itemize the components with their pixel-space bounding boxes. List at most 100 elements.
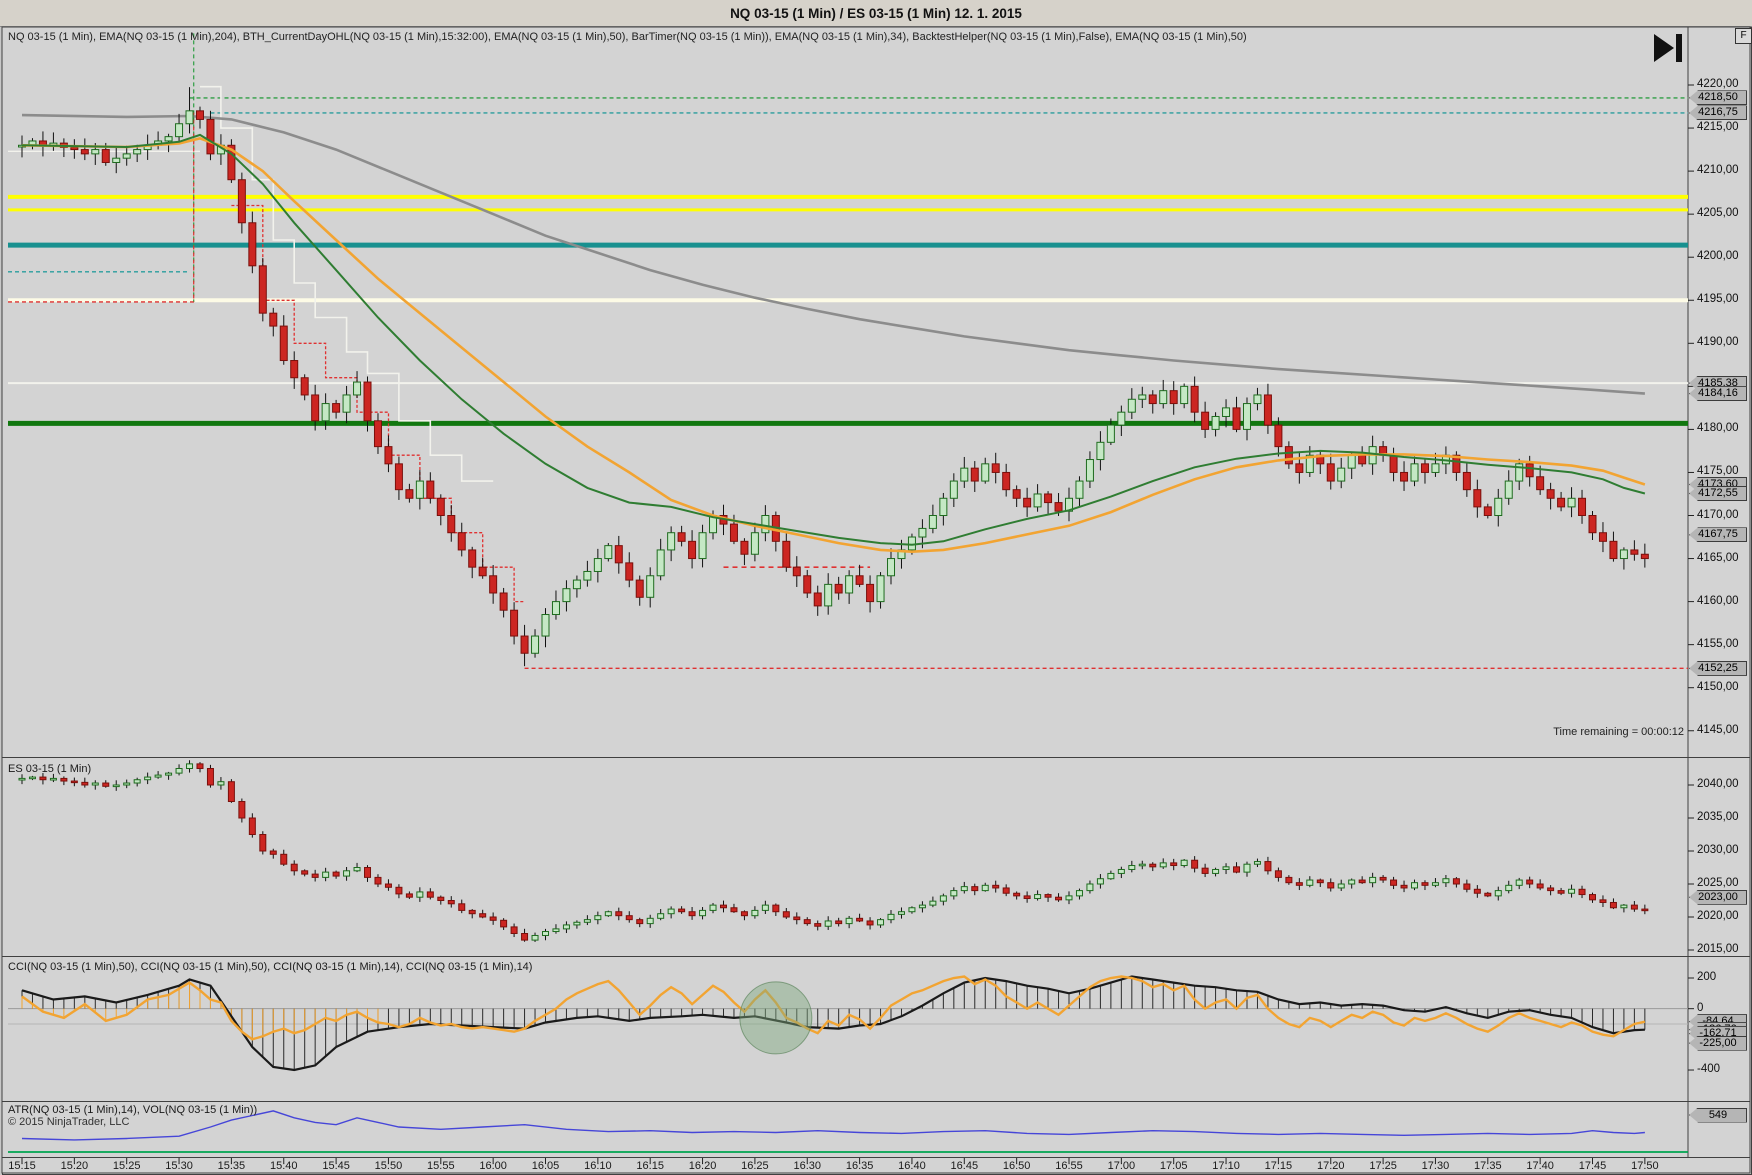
candle	[332, 871, 340, 877]
candle	[1096, 441, 1105, 461]
candle	[1546, 489, 1555, 499]
candle	[353, 381, 362, 396]
candle	[992, 884, 1000, 889]
candle	[1117, 868, 1125, 874]
candle	[458, 903, 466, 911]
candle	[1641, 908, 1649, 912]
candle	[1389, 454, 1398, 473]
candle	[1358, 879, 1366, 884]
time-tick-label: 16:35	[845, 1160, 874, 1172]
candle	[897, 911, 905, 915]
candle	[1243, 863, 1251, 873]
axis-tick-label: 4215,00	[1697, 121, 1739, 134]
candle	[1411, 882, 1419, 889]
candle	[929, 900, 937, 906]
candle	[1557, 497, 1566, 508]
candle	[311, 394, 320, 422]
candle	[133, 779, 141, 784]
candle	[154, 774, 162, 778]
candle	[520, 635, 529, 654]
candle	[395, 886, 403, 895]
candle	[1620, 904, 1628, 909]
candle	[279, 325, 288, 362]
price-marker: 549	[1689, 1107, 1747, 1123]
candle	[573, 921, 581, 926]
candle	[750, 532, 759, 555]
candle	[1212, 868, 1220, 874]
candle	[1630, 549, 1639, 555]
candle	[939, 895, 947, 902]
candle	[531, 934, 539, 941]
candle	[1589, 894, 1596, 901]
candle	[1326, 463, 1335, 482]
candle	[342, 394, 351, 413]
candle	[1400, 471, 1409, 482]
candle	[343, 870, 351, 877]
candle	[824, 920, 832, 927]
candle	[572, 579, 581, 590]
candle	[782, 540, 791, 568]
candle	[866, 583, 875, 603]
candle	[772, 904, 780, 913]
candle	[907, 536, 916, 551]
candle	[751, 909, 759, 917]
chart-surface[interactable]	[0, 0, 1752, 1175]
axis-tick-label: 2020,00	[1697, 910, 1739, 922]
candle	[1494, 890, 1502, 897]
candle	[1473, 489, 1482, 508]
candle	[583, 570, 592, 581]
candle	[729, 523, 738, 542]
axis-tick-label: 4160,00	[1697, 594, 1739, 607]
candle	[1159, 862, 1167, 868]
axis-tick-label: 4175,00	[1697, 465, 1739, 478]
candle	[803, 919, 811, 925]
candle	[1222, 407, 1231, 417]
candle	[1274, 870, 1282, 878]
candle	[1557, 890, 1565, 894]
candle	[1138, 863, 1146, 867]
candle	[478, 566, 487, 577]
candle	[1242, 403, 1251, 430]
axis-tick-label: 4165,00	[1697, 551, 1739, 564]
candle	[1065, 895, 1073, 901]
axis-tick-label: 4190,00	[1697, 336, 1739, 349]
copyright-label: © 2015 NinjaTrader, LLC	[8, 1116, 130, 1128]
candle	[1327, 882, 1335, 889]
candle	[238, 801, 246, 819]
fullscreen-button[interactable]: F	[1735, 28, 1752, 44]
candle	[175, 768, 183, 774]
axis-tick-label: 4150,00	[1697, 680, 1739, 693]
candle	[39, 776, 47, 781]
candle	[813, 592, 822, 607]
candle	[887, 913, 895, 921]
candle	[1526, 879, 1534, 885]
candle	[1128, 865, 1136, 870]
candle	[269, 312, 278, 327]
price-marker: 4152,25	[1689, 660, 1747, 676]
candle	[133, 149, 142, 155]
candle	[1431, 463, 1440, 473]
candle	[1348, 879, 1356, 885]
candle	[719, 904, 727, 909]
candle	[1463, 883, 1471, 890]
candle	[1180, 385, 1189, 405]
candle	[1306, 879, 1314, 886]
candle	[1619, 549, 1628, 560]
candle	[280, 853, 288, 865]
candle	[1023, 895, 1031, 900]
candle	[1431, 882, 1439, 886]
time-tick-label: 15:45	[322, 1160, 350, 1172]
candle	[1536, 883, 1544, 889]
candle	[437, 896, 445, 902]
time-tick-label: 16:45	[950, 1160, 979, 1172]
play-to-end-icon[interactable]	[1650, 32, 1688, 64]
time-tick-label: 15:55	[427, 1160, 455, 1172]
candle	[1410, 463, 1419, 482]
candle	[887, 558, 896, 577]
time-tick-label: 17:05	[1159, 1160, 1188, 1172]
candle	[489, 916, 497, 921]
candle	[1107, 872, 1115, 880]
candle	[300, 377, 309, 396]
time-tick-label: 16:10	[584, 1160, 612, 1172]
candle	[165, 772, 173, 776]
